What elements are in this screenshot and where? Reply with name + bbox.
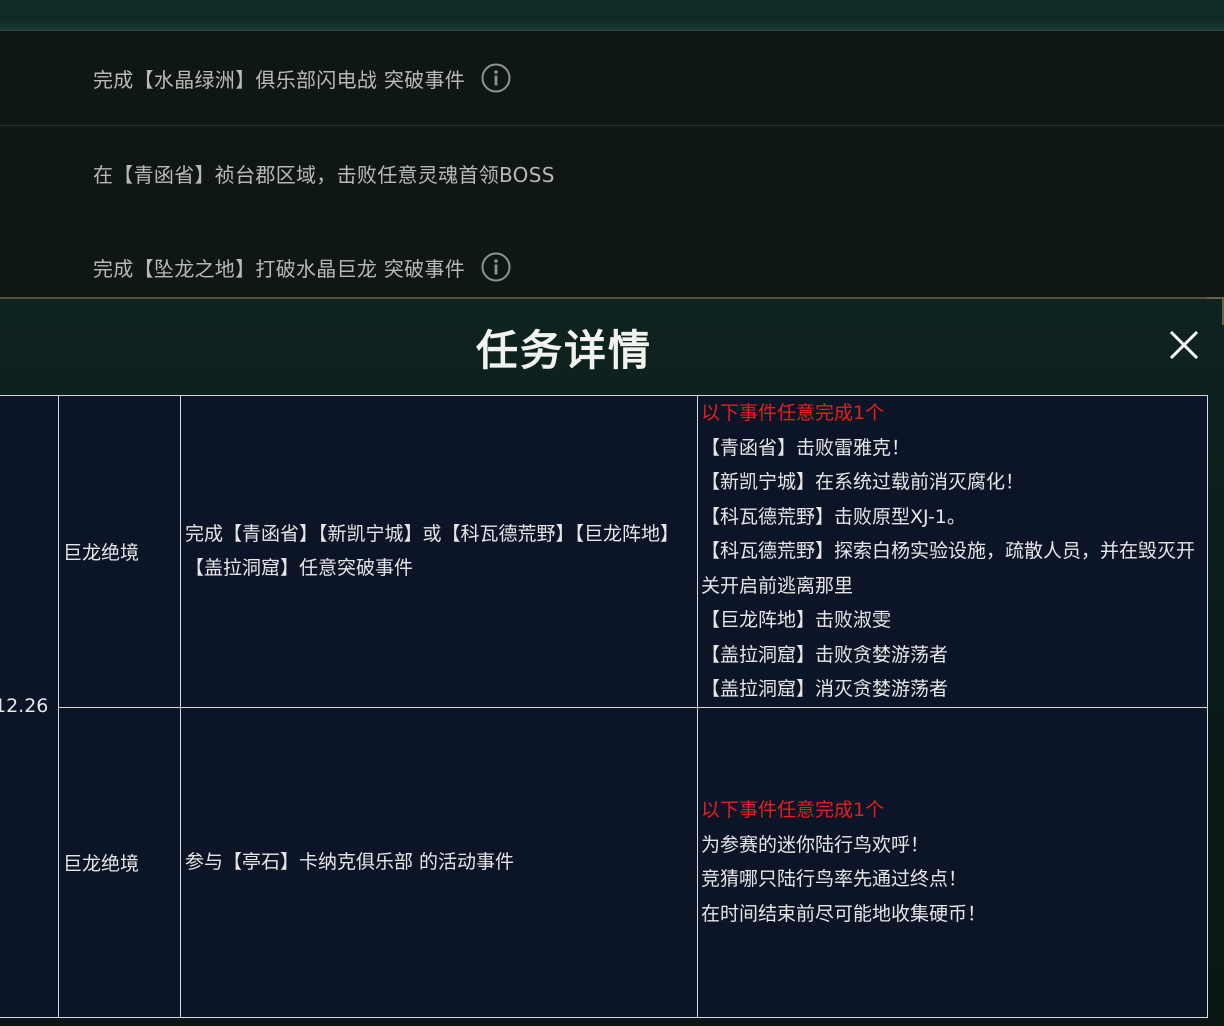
event-item: 【盖拉洞窟】消灭贪婪游荡者 (701, 678, 949, 700)
task-label: 在【青函省】祯台郡区域，击败任意灵魂首领BOSS (93, 162, 555, 187)
zone-cell: 巨龙绝境 (58, 395, 181, 708)
task-label: 完成【水晶绿洲】俱乐部闪电战 突破事件 (93, 67, 466, 92)
task-text: 在【青函省】祯台郡区域，击败任意灵魂首领BOSS (93, 126, 555, 220)
info-icon[interactable] (481, 252, 511, 282)
detail-table-container: 12.26 巨龙绝境 完成【青函省】【新凯宁城】或【科瓦德荒野】【巨龙阵地】【盖… (0, 395, 1208, 1019)
dialog-corner-ornament (1206, 297, 1224, 325)
event-item: 为参赛的迷你陆行鸟欢呼！ (701, 833, 930, 856)
events-cell: 以下事件任意完成1个 为参赛的迷你陆行鸟欢呼！ 竞猜哪只陆行鸟率先通过终点！ 在… (697, 706, 1208, 1018)
table-row: 12.26 巨龙绝境 完成【青函省】【新凯宁城】或【科瓦德荒野】【巨龙阵地】【盖… (0, 395, 1208, 1018)
task-row[interactable]: 在【青函省】祯台郡区域，击败任意灵魂首领BOSS (0, 126, 1224, 221)
detail-table: 12.26 巨龙绝境 完成【青函省】【新凯宁城】或【科瓦德荒野】【巨龙阵地】【盖… (0, 395, 1208, 1018)
event-item: 【科瓦德荒野】探索白杨实验设施，疏散人员，并在毁灭开关开启前逃离那里 (701, 540, 1196, 597)
event-item: 【青函省】击败雷雅克！ (701, 436, 911, 459)
close-icon[interactable] (1166, 327, 1202, 363)
event-item: 【科瓦德荒野】击败原型XJ-1。 (701, 505, 966, 528)
event-item: 竞猜哪只陆行鸟率先通过终点！ (701, 868, 968, 890)
dialog-title: 任务详情 (475, 326, 652, 375)
requirement-cell: 完成【青函省】【新凯宁城】或【科瓦德荒野】【巨龙阵地】【盖拉洞窟】任意突破事件 (180, 395, 698, 708)
info-icon[interactable] (481, 63, 511, 93)
event-item: 【巨龙阵地】击败淑雯 (701, 609, 892, 631)
task-text: 完成【水晶绿洲】俱乐部闪电战 突破事件 (93, 31, 511, 125)
events-cell: 以下事件任意完成1个 【青函省】击败雷雅克！ 【新凯宁城】在系统过载前消灭腐化！… (697, 395, 1208, 708)
top-bar (0, 0, 1224, 31)
date-cell: 12.26 (0, 395, 59, 1018)
events-header: 以下事件任意完成1个 (701, 402, 885, 424)
task-detail-dialog: 任务详情 12.26 巨龙绝境 完成【青函省】【新凯宁城】或【科瓦德荒野】【巨龙… (0, 297, 1224, 1026)
events-header: 以下事件任意完成1个 (701, 799, 885, 821)
task-row[interactable]: 完成【水晶绿洲】俱乐部闪电战 突破事件 (0, 31, 1224, 126)
table-row: 巨龙绝境 参与【亭石】卡纳克俱乐部 的活动事件 以下事件任意完成1个 为参赛的迷… (0, 706, 1208, 1018)
event-item: 在时间结束前尽可能地收集硬币！ (701, 902, 987, 925)
date-label: 12.26 (0, 695, 49, 718)
task-label: 完成【坠龙之地】打破水晶巨龙 突破事件 (93, 256, 466, 281)
event-item: 【新凯宁城】在系统过载前消灭腐化！ (701, 471, 1025, 493)
event-item: 【盖拉洞窟】击败贪婪游荡者 (701, 643, 949, 666)
zone-cell: 巨龙绝境 (58, 706, 181, 1018)
requirement-cell: 参与【亭石】卡纳克俱乐部 的活动事件 (180, 706, 698, 1018)
